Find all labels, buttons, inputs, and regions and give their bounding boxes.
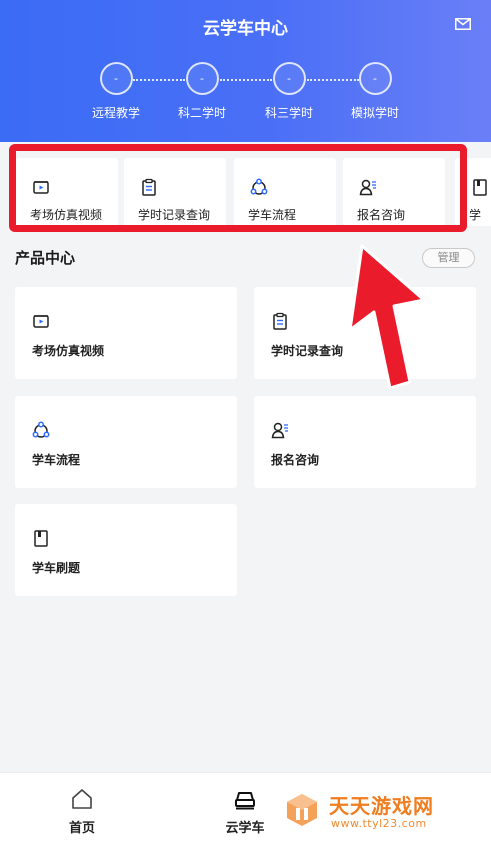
- step-simulation[interactable]: - 模拟学时: [325, 62, 425, 121]
- product-label: 学车刷题: [32, 561, 81, 575]
- book-icon: [473, 179, 487, 196]
- product-enrollment[interactable]: 报名咨询: [254, 396, 476, 488]
- product-label: 考场仿真视频: [32, 344, 105, 358]
- step-label: 科三学时: [264, 106, 313, 120]
- clipboard-icon: [273, 312, 287, 330]
- step-value: -: [185, 62, 219, 95]
- watermark-title: 天天游戏网: [329, 794, 434, 818]
- quick-item-label: 学: [469, 208, 482, 222]
- step-remote-teaching[interactable]: - 远程教学: [66, 62, 166, 121]
- product-learning-flow[interactable]: 学车流程: [15, 396, 237, 488]
- car-icon: [235, 792, 255, 810]
- manage-button[interactable]: 管理: [422, 248, 475, 268]
- step-value: -: [272, 62, 306, 95]
- arrow-annotation-icon: [348, 244, 426, 390]
- product-practice[interactable]: 学车刷题: [15, 504, 237, 596]
- section-title: 产品中心: [15, 249, 76, 267]
- page-title: 云学车中心: [203, 19, 288, 39]
- product-label: 学时记录查询: [271, 344, 344, 358]
- home-icon: [72, 789, 92, 809]
- step-label: 远程教学: [91, 106, 140, 120]
- product-label: 报名咨询: [271, 453, 320, 467]
- step-label: 模拟学时: [350, 106, 399, 120]
- product-exam-video[interactable]: 考场仿真视频: [15, 287, 237, 379]
- step-value: -: [99, 62, 133, 95]
- flow-icon: [32, 421, 50, 438]
- step-value: -: [358, 62, 392, 95]
- header: 云学车中心 - 远程教学 - 科二学时 - 科三学时 - 模拟学时: [0, 0, 491, 142]
- tab-home[interactable]: 首页: [22, 773, 142, 836]
- hours-progress: - 远程教学 - 科二学时 - 科三学时 - 模拟学时: [0, 62, 491, 132]
- user-list-icon: [271, 422, 288, 439]
- product-label: 学车流程: [32, 453, 81, 467]
- step-subject-three[interactable]: - 科三学时: [239, 62, 339, 121]
- watermark: 天天游戏网 www.ttyl23.com: [271, 784, 491, 842]
- step-subject-two[interactable]: - 科二学时: [152, 62, 252, 121]
- book-icon: [34, 530, 48, 547]
- highlight-annotation: [9, 144, 467, 232]
- watermark-logo-icon: [287, 794, 317, 826]
- video-icon: [33, 315, 49, 328]
- tab-label: 首页: [68, 821, 95, 836]
- step-label: 科二学时: [177, 106, 226, 120]
- watermark-url: www.ttyl23.com: [331, 817, 427, 830]
- mail-icon[interactable]: [455, 18, 471, 30]
